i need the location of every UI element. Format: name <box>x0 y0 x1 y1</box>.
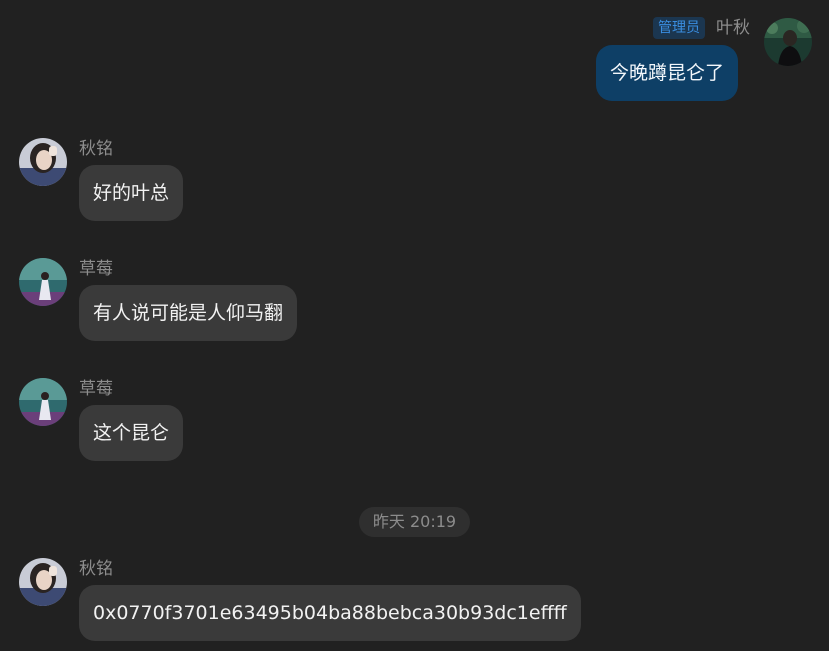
sender-name[interactable]: 秋铭 <box>79 559 113 579</box>
avatar-caomei[interactable] <box>19 258 67 306</box>
sender-name[interactable]: 秋铭 <box>79 139 113 159</box>
message-bubble[interactable]: 好的叶总 <box>79 165 184 221</box>
sender-name[interactable]: 叶秋 <box>716 18 750 38</box>
avatar-yeqiu[interactable] <box>764 18 812 66</box>
avatar-qiuming[interactable] <box>19 138 67 186</box>
sender-name[interactable]: 草莓 <box>79 259 113 279</box>
avatar-qiuming[interactable] <box>19 558 67 606</box>
sender-name[interactable]: 草莓 <box>79 379 113 399</box>
timestamp-divider: 昨天 20:19 <box>359 507 470 537</box>
admin-badge: 管理员 <box>653 17 705 39</box>
message-bubble[interactable]: 今晚蹲昆仑了 <box>596 45 739 101</box>
message-bubble[interactable]: 0x0770f3701e63495b04ba88bebca30b93dc1eff… <box>79 585 581 641</box>
message-bubble[interactable]: 这个昆仑 <box>79 405 184 461</box>
avatar-caomei[interactable] <box>19 378 67 426</box>
message-bubble[interactable]: 有人说可能是人仰马翻 <box>79 285 298 341</box>
